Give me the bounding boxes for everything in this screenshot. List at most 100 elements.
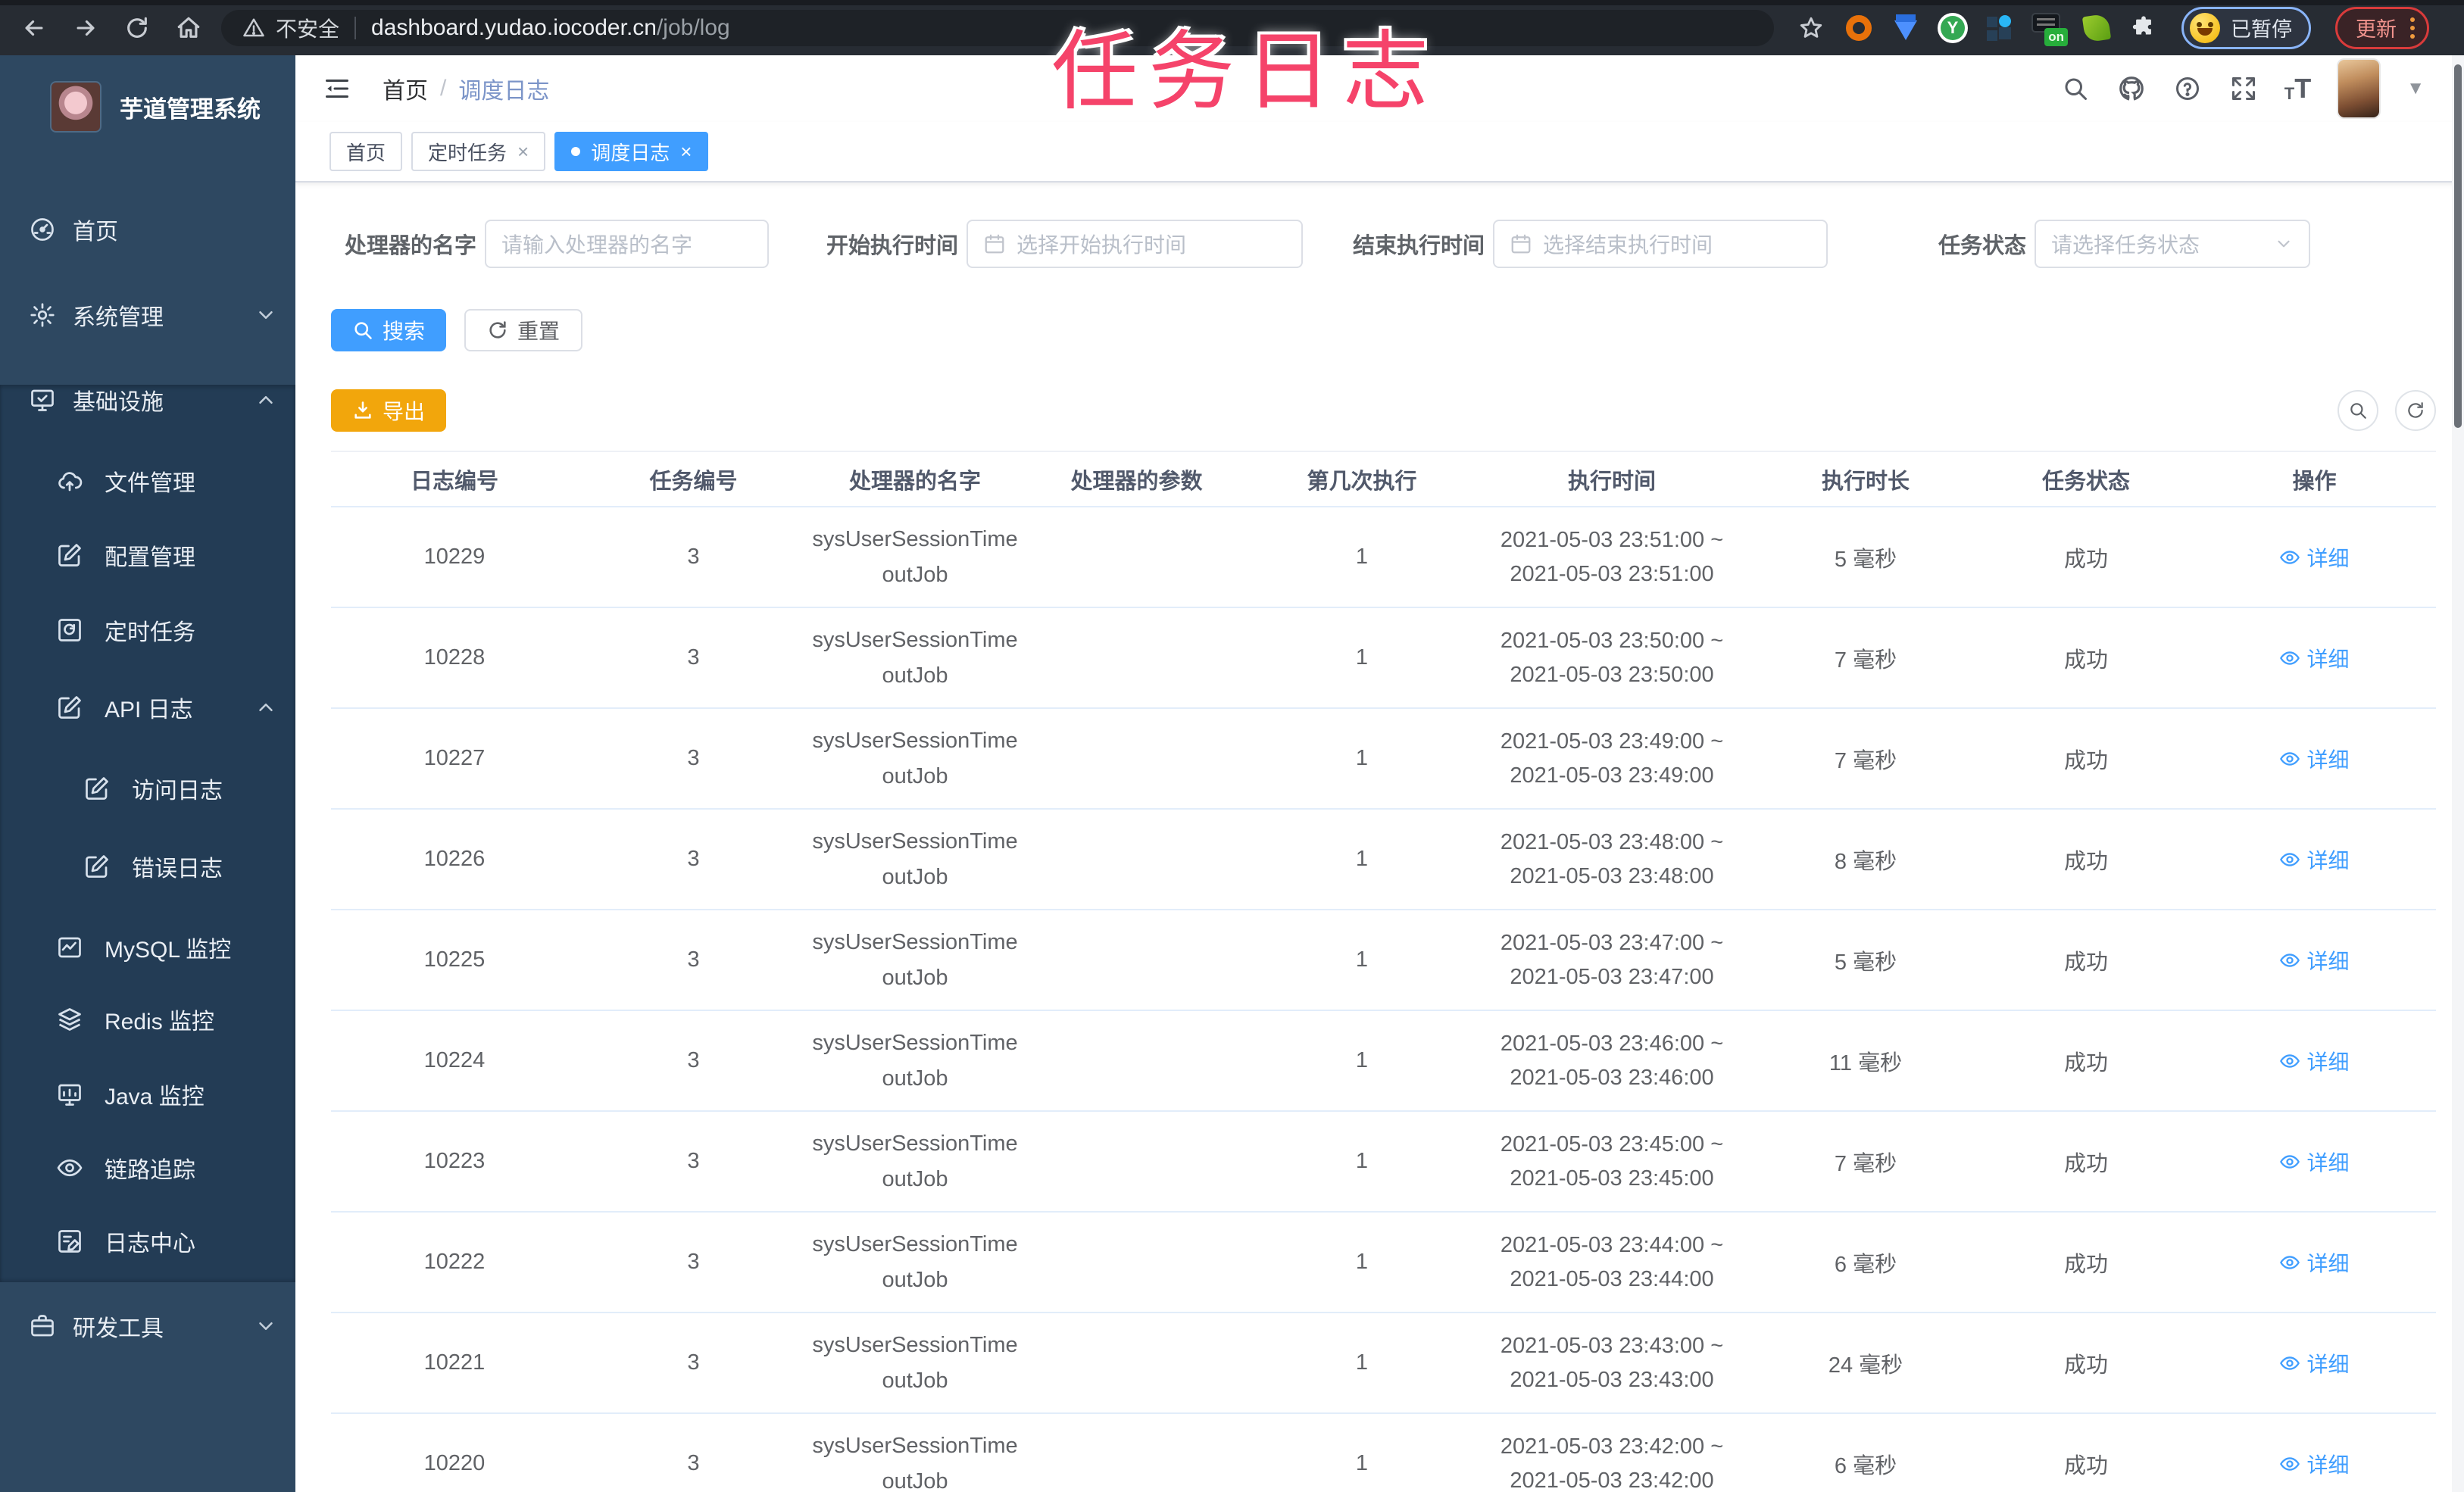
page-scrollbar[interactable] [2452,55,2464,1492]
security-label[interactable]: 不安全 [276,13,339,43]
sidebar-item-config-management[interactable]: 配置管理 [0,517,295,593]
close-icon[interactable]: × [517,142,529,161]
job-status-select[interactable]: 请选择任务状态 [2035,219,2310,268]
home-icon[interactable] [173,12,205,44]
eye-icon [2280,1255,2300,1269]
detail-link[interactable]: 详细 [2279,1449,2350,1479]
scrollbar-thumb[interactable] [2454,64,2462,428]
breadcrumb-home[interactable]: 首页 [383,72,428,105]
refresh-button[interactable] [2395,390,2436,431]
sidebar-item-access-log[interactable]: 访问日志 [0,751,295,826]
cell-exec-index: 1 [1355,746,1369,770]
sidebar-item-system[interactable]: 系统管理 [0,277,295,353]
sidebar-item-home[interactable]: 首页 [0,192,295,267]
search-button[interactable]: 搜索 [331,309,447,351]
fullscreen-icon[interactable] [2228,73,2259,104]
sidebar-item-scheduled-jobs[interactable]: 定时任务 [0,592,295,668]
extension-blocks-icon[interactable] [1985,13,2015,43]
export-button[interactable]: 导出 [331,389,447,432]
url-bar[interactable]: 不安全 dashboard.yudao.iocoder.cn/job/log [221,9,1774,46]
sidebar-item-file-management[interactable]: 文件管理 [0,443,295,519]
cell-actions: 详细 [2193,1011,2436,1110]
extension-gem-icon[interactable] [1891,13,1921,43]
detail-link[interactable]: 详细 [2279,542,2350,573]
sidebar-item-dev-tools[interactable]: 研发工具 [0,1288,295,1364]
browser-update-button[interactable]: 更新 [2335,6,2429,49]
tab-scheduled-jobs[interactable]: 定时任务 × [411,132,546,171]
reset-button[interactable]: 重置 [464,309,583,351]
dashboard-icon [29,216,56,243]
cell-actions: 详细 [2193,1213,2436,1312]
extensions-puzzle-icon[interactable] [2128,13,2159,43]
detail-link[interactable]: 详细 [2279,1147,2350,1177]
close-icon[interactable]: × [680,142,692,161]
handler-name-input[interactable]: 请输入处理器的名字 [485,219,769,268]
extension-green-y-icon[interactable]: Y [1938,12,1968,43]
sidebar-item-tracing[interactable]: 链路追踪 [0,1130,295,1206]
job-status-label: 任务状态 [1938,233,2026,258]
cell-exec-time: 2021-05-03 23:47:00 ~ 2021-05-03 23:47:0… [1500,930,1724,989]
end-time-label: 结束执行时间 [1352,233,1485,258]
detail-link[interactable]: 详细 [2279,1348,2350,1378]
browser-menu-icon[interactable] [2410,17,2415,39]
extension-on-icon[interactable]: on [2031,13,2068,46]
cell-handler-name: sysUserSessionTimeoutJob [812,930,1018,990]
tab-job-log[interactable]: 调度日志 × [554,132,709,171]
end-time-input[interactable]: 选择结束执行时间 [1493,219,1828,268]
detail-link[interactable]: 详细 [2279,643,2350,673]
sidebar-logo[interactable]: 芋道管理系统 [0,67,295,146]
caret-down-icon[interactable]: ▼ [2406,78,2425,99]
job-log-table: 日志编号 任务编号 处理器的名字 处理器的参数 第几次执行 执行时间 执行时长 … [331,451,2436,1492]
cell-log-id: 10220 [423,1451,486,1475]
cell-log-id: 10223 [423,1149,486,1173]
table-row: 10226 3 sysUserSessionTimeoutJob 1 2021-… [331,810,2436,910]
sidebar-item-redis-monitor[interactable]: Redis 监控 [0,982,295,1057]
insecure-warning-icon[interactable] [241,15,267,41]
forward-icon[interactable] [70,12,101,44]
timer-icon [56,616,83,644]
detail-link[interactable]: 详细 [2279,1046,2350,1076]
sidebar-item-java-monitor[interactable]: Java 监控 [0,1057,295,1132]
tab-home[interactable]: 首页 [329,132,403,171]
detail-link[interactable]: 详细 [2279,844,2350,875]
chevron-down-icon [255,1315,277,1337]
table-row: 10229 3 sysUserSessionTimeoutJob 1 2021-… [331,507,2436,608]
log-edit-icon [56,1228,83,1255]
search-icon[interactable] [2060,73,2091,104]
toggle-search-button[interactable] [2338,390,2378,431]
eye-icon [2280,550,2300,564]
bookmark-star-icon[interactable] [1795,12,1827,44]
user-avatar[interactable] [2337,58,2381,119]
url-path[interactable]: /job/log [657,15,730,41]
font-size-icon[interactable]: TT [2284,75,2311,102]
cell-exec-time: 2021-05-03 23:46:00 ~ 2021-05-03 23:46:0… [1500,1031,1724,1090]
main-area: 首页 / 调度日志 TT ▼ 首页 定时任务 × 调度日志 × 处理器的名字 请… [295,55,2464,1492]
start-time-input[interactable]: 选择开始执行时间 [967,219,1303,268]
sidebar-item-infrastructure[interactable]: 基础设施 [0,362,295,438]
detail-link[interactable]: 详细 [2279,1247,2350,1278]
col-job-status: 任务状态 [2041,469,2130,494]
hamburger-icon[interactable] [322,75,352,102]
sidebar-item-mysql-monitor[interactable]: MySQL 监控 [0,910,295,985]
cell-exec-duration: 6 毫秒 [1834,1453,1897,1478]
detail-link[interactable]: 详细 [2279,945,2350,975]
table-row: 10224 3 sysUserSessionTimeoutJob 1 2021-… [331,1011,2436,1112]
profile-chip[interactable]: 已暂停 [2181,6,2311,49]
detail-link[interactable]: 详细 [2279,744,2350,774]
annotation-overlay: 任务日志 [1051,24,1440,120]
back-icon[interactable] [18,12,50,44]
cell-exec-index: 1 [1355,947,1369,972]
layers-icon [56,1006,83,1033]
sidebar-item-api-log[interactable]: API 日志 [0,670,295,745]
help-icon[interactable] [2172,73,2203,104]
sidebar-item-error-log[interactable]: 错误日志 [0,829,295,904]
sidebar-item-log-center[interactable]: 日志中心 [0,1203,295,1279]
url-host[interactable]: dashboard.yudao.iocoder.cn [371,15,657,41]
cell-exec-time: 2021-05-03 23:44:00 ~ 2021-05-03 23:44:0… [1500,1232,1724,1291]
extension-leaf-icon[interactable] [2081,13,2112,43]
cell-job-id: 3 [687,1048,700,1072]
cell-job-status: 成功 [2063,849,2108,874]
reload-icon[interactable] [121,12,153,44]
github-icon[interactable] [2116,73,2147,104]
extension-orange-icon[interactable] [1844,13,1874,43]
